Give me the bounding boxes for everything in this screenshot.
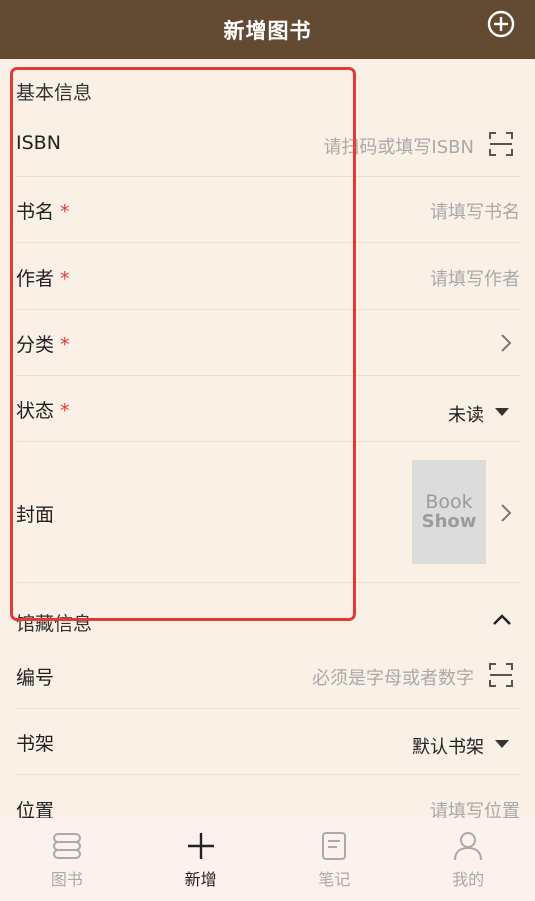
- tab-notes[interactable]: 笔记: [268, 818, 402, 901]
- required-mark: *: [60, 268, 70, 290]
- scan-icon[interactable]: [488, 662, 514, 688]
- book-name-label: 书名 *: [16, 201, 70, 223]
- person-icon: [454, 832, 483, 861]
- shelf-label: 书架: [16, 733, 55, 755]
- chevron-up-icon[interactable]: [491, 612, 513, 626]
- app-header: 新增图书: [0, 0, 535, 59]
- chevron-right-icon[interactable]: [498, 332, 514, 354]
- cover-label: 封面: [16, 504, 55, 526]
- cover-placeholder-line2: Show: [421, 511, 477, 532]
- tab-me-label: 我的: [452, 870, 485, 889]
- required-mark: *: [60, 201, 70, 223]
- author-input[interactable]: 请填写作者: [430, 265, 520, 291]
- status-row[interactable]: 状态 * 未读: [16, 376, 520, 442]
- tab-add-label: 新增: [184, 870, 217, 889]
- add-circle-icon[interactable]: [487, 10, 515, 38]
- required-mark: *: [60, 400, 70, 422]
- shelf-row[interactable]: 书架 默认书架: [16, 709, 520, 775]
- location-input[interactable]: 请填写位置: [430, 797, 520, 818]
- status-label: 状态 *: [16, 400, 70, 422]
- code-row[interactable]: 编号 必须是字母或者数字: [16, 643, 520, 709]
- code-label: 编号: [16, 667, 55, 689]
- location-label: 位置: [16, 800, 55, 818]
- caret-down-icon[interactable]: [494, 407, 510, 417]
- section-title-basic: 基本信息: [16, 82, 93, 104]
- isbn-input[interactable]: 请扫码或填写ISBN: [323, 133, 474, 159]
- category-label: 分类 *: [16, 334, 70, 356]
- tab-books-label: 图书: [50, 870, 83, 889]
- code-input[interactable]: 必须是字母或者数字: [312, 664, 474, 690]
- author-label: 作者 *: [16, 268, 70, 290]
- category-row[interactable]: 分类 *: [16, 310, 520, 376]
- scan-icon[interactable]: [488, 131, 514, 157]
- required-mark: *: [60, 334, 70, 356]
- isbn-label: ISBN: [16, 132, 61, 154]
- chevron-right-icon[interactable]: [498, 502, 514, 524]
- isbn-row[interactable]: ISBN 请扫码或填写ISBN: [16, 111, 520, 177]
- note-icon: [322, 832, 347, 860]
- cover-image-placeholder[interactable]: Book Show: [412, 460, 486, 564]
- tab-notes-label: 笔记: [318, 870, 351, 889]
- bottom-tab-bar: 图书 新增 笔记 我的: [0, 818, 535, 901]
- author-row[interactable]: 作者 * 请填写作者: [16, 244, 520, 310]
- tab-me[interactable]: 我的: [401, 818, 535, 901]
- form-content: 基本信息 ISBN 请扫码或填写ISBN 书名 * 请填写书名 作者 * 请填写作者…: [0, 59, 535, 818]
- section-title-collection: 馆藏信息: [16, 613, 93, 635]
- status-select[interactable]: 未读: [448, 401, 484, 427]
- book-name-input[interactable]: 请填写书名: [430, 198, 520, 224]
- plus-icon: [187, 833, 214, 859]
- shelf-select[interactable]: 默认书架: [412, 733, 484, 759]
- cover-row[interactable]: 封面 Book Show: [16, 442, 520, 583]
- book-name-row[interactable]: 书名 * 请填写书名: [16, 177, 520, 243]
- tab-add[interactable]: 新增: [134, 818, 268, 901]
- page-title: 新增图书: [223, 18, 312, 43]
- books-icon: [52, 833, 81, 859]
- cover-placeholder-line1: Book: [425, 491, 473, 513]
- caret-down-icon[interactable]: [494, 739, 510, 749]
- location-row[interactable]: 位置 请填写位置: [16, 775, 520, 818]
- tab-books[interactable]: 图书: [0, 818, 134, 901]
